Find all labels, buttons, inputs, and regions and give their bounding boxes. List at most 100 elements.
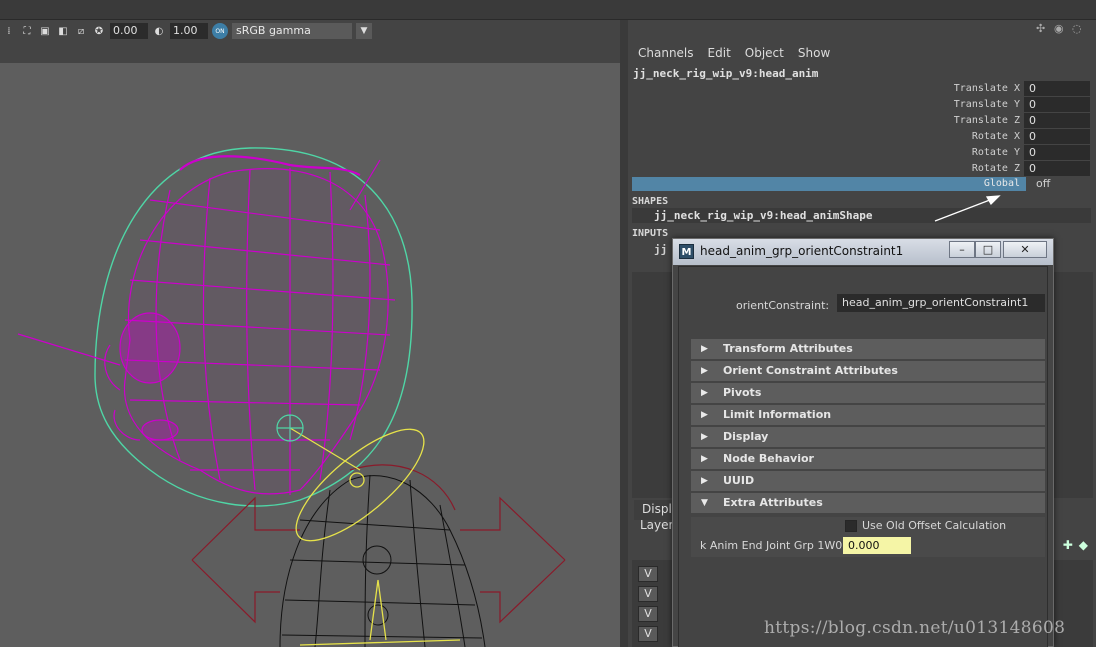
menu-object[interactable]: Object bbox=[745, 46, 784, 60]
expand-arrow-icon: ▶ bbox=[701, 476, 708, 486]
layer-options-icon[interactable]: ◆ bbox=[1079, 538, 1088, 552]
section-pivots[interactable]: ▶ Pivots bbox=[691, 383, 1045, 403]
attr-label: Translate Z bbox=[953, 114, 1020, 126]
attribute-editor-dialog: M head_anim_grp_orientConstraint1 – □ ✕ … bbox=[672, 238, 1054, 647]
inputs-header: INPUTS bbox=[632, 228, 669, 239]
attr-label: Translate Y bbox=[953, 98, 1020, 110]
expand-arrow-icon: ▶ bbox=[701, 410, 708, 420]
section-extra-attributes[interactable]: ▼ Extra Attributes bbox=[691, 493, 1045, 513]
two-sided-icon[interactable]: ◧ bbox=[56, 24, 70, 38]
body-wireframe[interactable] bbox=[279, 474, 486, 647]
attr-row-translate-z[interactable]: Translate Z 0 bbox=[628, 112, 1096, 128]
weight-field[interactable]: 0.000 bbox=[843, 537, 911, 554]
attr-value[interactable]: 0 bbox=[1024, 80, 1090, 96]
expand-arrow-icon: ▶ bbox=[701, 432, 708, 442]
expand-arrow-icon: ▶ bbox=[701, 454, 708, 464]
section-limit-information[interactable]: ▶ Limit Information bbox=[691, 405, 1045, 425]
exposure-field[interactable]: 0.00 bbox=[110, 23, 148, 39]
layer-visibility-toggle[interactable]: V bbox=[638, 566, 658, 582]
circle-icon[interactable]: ◉ bbox=[1054, 22, 1068, 36]
layer-visibility-toggle[interactable]: V bbox=[638, 606, 658, 622]
section-node-behavior[interactable]: ▶ Node Behavior bbox=[691, 449, 1045, 469]
viewport-toolbar: ⁞ ⛶ ▣ ◧ ⧄ ✪ 0.00 ◐ 1.00 ON sRGB gamma ▼ bbox=[0, 20, 622, 42]
maximize-button[interactable]: □ bbox=[975, 241, 1001, 258]
attr-row-rotate-x[interactable]: Rotate X 0 bbox=[628, 128, 1096, 144]
attr-value[interactable]: 0 bbox=[1024, 96, 1090, 112]
expand-arrow-icon: ▶ bbox=[701, 388, 708, 398]
section-label: Pivots bbox=[723, 386, 762, 399]
attr-label: Rotate X bbox=[971, 130, 1020, 142]
watermark: https://blog.csdn.net/u013148608 bbox=[764, 618, 1066, 638]
section-label: UUID bbox=[723, 474, 755, 487]
new-layer-icon[interactable]: ✚ bbox=[1063, 538, 1073, 552]
color-management-icon[interactable]: ON bbox=[212, 23, 228, 39]
section-transform-attributes[interactable]: ▶ Transform Attributes bbox=[691, 339, 1045, 359]
gamma-field[interactable]: 1.00 bbox=[170, 23, 208, 39]
attr-row-global[interactable]: Global bbox=[632, 177, 1026, 191]
attr-label: Rotate Y bbox=[971, 146, 1020, 158]
attr-value[interactable]: 0 bbox=[1024, 128, 1090, 144]
section-display[interactable]: ▶ Display bbox=[691, 427, 1045, 447]
panel-divider[interactable] bbox=[620, 20, 628, 647]
select-camera-icon[interactable]: ⛶ bbox=[20, 24, 34, 38]
checkbox-label: Use Old Offset Calculation bbox=[862, 519, 1007, 532]
shape-item[interactable]: jj_neck_rig_wip_v9:head_animShape bbox=[632, 208, 1091, 223]
section-label: Transform Attributes bbox=[723, 342, 853, 355]
section-label: Extra Attributes bbox=[723, 496, 823, 509]
dialog-title: head_anim_grp_orientConstraint1 bbox=[700, 244, 904, 258]
section-label: Orient Constraint Attributes bbox=[723, 364, 898, 377]
shapes-header: SHAPES bbox=[632, 196, 669, 207]
close-button[interactable]: ✕ bbox=[1003, 241, 1047, 258]
top-strip bbox=[0, 0, 1096, 20]
attr-row-translate-y[interactable]: Translate Y 0 bbox=[628, 96, 1096, 112]
collapse-arrow-icon: ▼ bbox=[701, 498, 708, 508]
section-orient-constraint-attributes[interactable]: ▶ Orient Constraint Attributes bbox=[691, 361, 1045, 381]
node-label: orientConstraint: bbox=[736, 299, 830, 312]
axis-icon[interactable]: ✣ bbox=[1036, 22, 1050, 36]
dialog-body: orientConstraint: head_anim_grp_orientCo… bbox=[678, 266, 1048, 647]
menu-channels[interactable]: Channels bbox=[638, 46, 694, 60]
3d-viewport[interactable] bbox=[0, 63, 622, 647]
use-old-offset-checkbox[interactable] bbox=[845, 520, 857, 532]
menu-show[interactable]: Show bbox=[798, 46, 830, 60]
maya-window: ⁞ ⛶ ▣ ◧ ⧄ ✪ 0.00 ◐ 1.00 ON sRGB gamma ▼ bbox=[0, 0, 1096, 647]
section-label: Display bbox=[723, 430, 769, 443]
attr-label: Translate X bbox=[953, 82, 1020, 94]
expand-arrow-icon: ▶ bbox=[701, 344, 708, 354]
weight-label: k Anim End Joint Grp 1W0 bbox=[700, 539, 843, 552]
attr-row-translate-x[interactable]: Translate X 0 bbox=[628, 80, 1096, 96]
exposure-icon[interactable]: ✪ bbox=[92, 24, 106, 38]
section-label: Limit Information bbox=[723, 408, 832, 421]
section-label: Node Behavior bbox=[723, 452, 814, 465]
attr-row-rotate-y[interactable]: Rotate Y 0 bbox=[628, 144, 1096, 160]
object-name: jj_neck_rig_wip_v9:head_anim bbox=[633, 67, 819, 80]
head-wireframe[interactable] bbox=[17, 155, 396, 495]
resolution-gate-icon[interactable]: ⧄ bbox=[74, 24, 88, 38]
layer-visibility-toggle[interactable]: V bbox=[638, 626, 658, 642]
section-uuid[interactable]: ▶ UUID bbox=[691, 471, 1045, 491]
input-item[interactable]: jj bbox=[654, 243, 667, 256]
layer-visibility-toggle[interactable]: V bbox=[638, 586, 658, 602]
channel-box-icons: ✣ ◉ ◌ bbox=[1036, 22, 1086, 36]
attr-value[interactable]: 0 bbox=[1024, 112, 1090, 128]
chevron-down-icon[interactable]: ▼ bbox=[356, 23, 372, 39]
image-plane-icon[interactable]: ▣ bbox=[38, 24, 52, 38]
attr-value[interactable]: 0 bbox=[1024, 144, 1090, 160]
channel-box-menu: Channels Edit Object Show bbox=[638, 46, 830, 60]
global-value[interactable]: off bbox=[1036, 177, 1050, 190]
menu-edit[interactable]: Edit bbox=[708, 46, 731, 60]
attr-value[interactable]: 0 bbox=[1024, 160, 1090, 176]
dialog-titlebar[interactable]: M head_anim_grp_orientConstraint1 – □ ✕ bbox=[673, 239, 1053, 265]
gamma-icon[interactable]: ◐ bbox=[152, 24, 166, 38]
options-icon[interactable]: ◌ bbox=[1072, 22, 1086, 36]
maya-logo-icon: M bbox=[679, 244, 694, 259]
separator-icon: ⁞ bbox=[7, 25, 11, 37]
layer-tool-icons: ✚ ◆ bbox=[1063, 538, 1088, 552]
attr-label: Rotate Z bbox=[971, 162, 1020, 174]
node-name-field[interactable]: head_anim_grp_orientConstraint1 bbox=[837, 294, 1045, 312]
minimize-button[interactable]: – bbox=[949, 241, 975, 258]
color-space-select[interactable]: sRGB gamma bbox=[232, 23, 352, 39]
head-joint[interactable] bbox=[276, 414, 304, 442]
attr-row-rotate-z[interactable]: Rotate Z 0 bbox=[628, 160, 1096, 176]
expand-arrow-icon: ▶ bbox=[701, 366, 708, 376]
